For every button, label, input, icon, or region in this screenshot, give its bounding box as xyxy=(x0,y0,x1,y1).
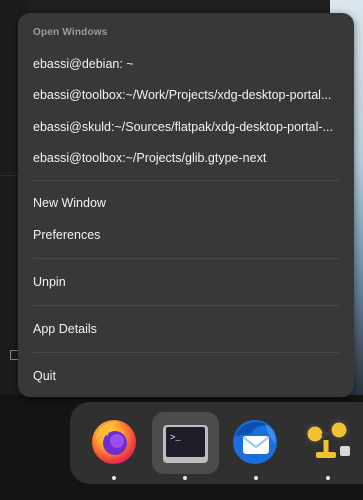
running-indicator xyxy=(326,476,330,480)
firefox-icon xyxy=(92,420,136,464)
running-indicator xyxy=(112,476,116,480)
menu-separator xyxy=(33,352,339,353)
unpin-item[interactable]: Unpin xyxy=(33,272,339,292)
window-item-2[interactable]: ebassi@toolbox:~/Work/Projects/xdg-deskt… xyxy=(33,85,339,105)
window-item-1[interactable]: ebassi@debian: ~ xyxy=(33,54,339,74)
dock-app-thunderbird[interactable] xyxy=(225,410,285,470)
menu-separator xyxy=(33,258,339,259)
dock-app-firefox[interactable] xyxy=(84,410,144,470)
running-indicator xyxy=(254,476,258,480)
app-details-item[interactable]: App Details xyxy=(33,319,339,339)
thunderbird-icon xyxy=(233,420,277,464)
running-indicator xyxy=(183,476,187,480)
menu-separator xyxy=(33,305,339,306)
dock: >_ xyxy=(70,402,363,484)
window-item-4[interactable]: ebassi@toolbox:~/Projects/glib.gtype-nex… xyxy=(33,148,339,168)
terminal-icon: >_ xyxy=(163,425,208,463)
dock-app-dconf-editor[interactable] xyxy=(298,410,358,470)
open-windows-heading: Open Windows xyxy=(33,27,108,38)
dconf-editor-icon xyxy=(304,419,350,458)
new-window-item[interactable]: New Window xyxy=(33,193,339,213)
app-context-menu: Open Windows ebassi@debian: ~ ebassi@too… xyxy=(18,13,354,397)
terminal-prompt: >_ xyxy=(170,433,181,443)
window-item-3[interactable]: ebassi@skuld:~/Sources/flatpak/xdg-deskt… xyxy=(33,117,339,137)
preferences-item[interactable]: Preferences xyxy=(33,225,339,245)
quit-item[interactable]: Quit xyxy=(33,366,339,386)
menu-separator xyxy=(33,180,339,181)
dock-app-terminal[interactable]: >_ xyxy=(152,412,219,474)
